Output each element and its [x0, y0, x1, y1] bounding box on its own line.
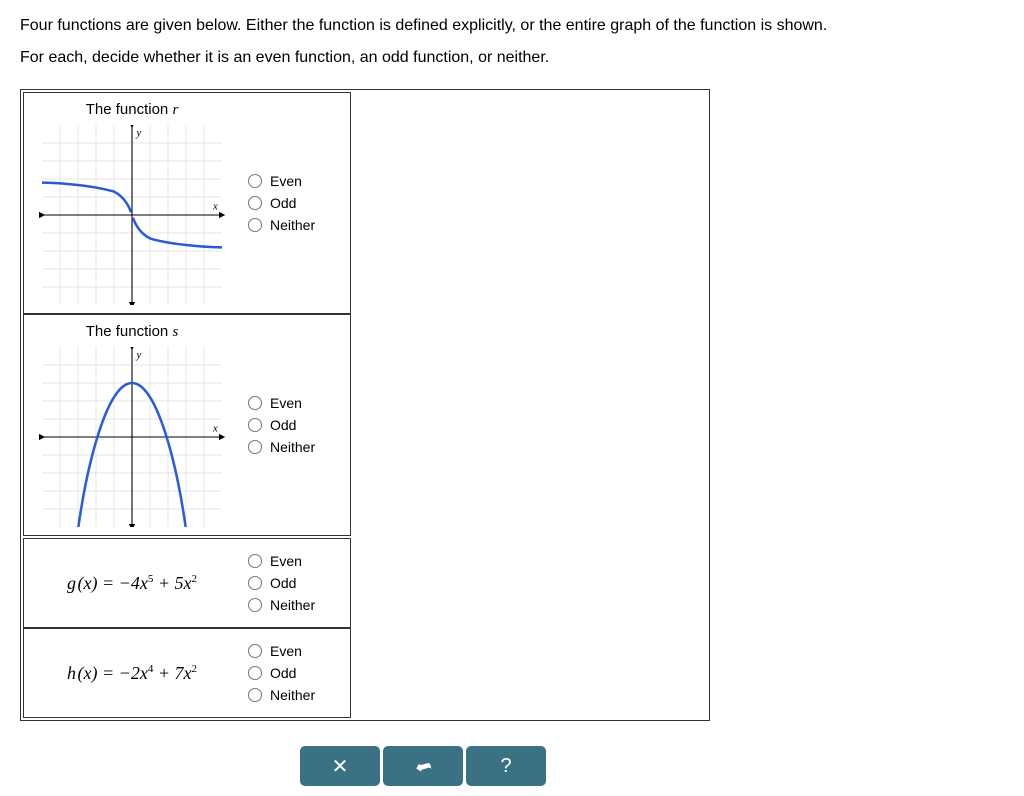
label-even: Even [270, 395, 302, 411]
svg-text:y: y [136, 127, 142, 139]
radio-r-even[interactable] [248, 174, 262, 188]
formula-g: g (x) = −4x5 + 5x2 [61, 548, 203, 619]
title-var-s: s [172, 324, 178, 340]
cell-function-h: h (x) = −2x4 + 7x2 Even Odd Neither [23, 628, 351, 718]
cell-function-r: The function r x y [23, 92, 351, 314]
help-button[interactable]: ? [466, 746, 546, 786]
instruction-line-1: Four functions are given below. Either t… [20, 10, 1004, 42]
options-r: Even Odd Neither [240, 159, 350, 247]
radio-s-odd[interactable] [248, 418, 262, 432]
title-prefix-s: The function [86, 323, 173, 340]
option-s-even[interactable]: Even [248, 395, 342, 411]
functions-grid: The function r x y [20, 89, 710, 721]
radio-s-neither[interactable] [248, 440, 262, 454]
option-h-odd[interactable]: Odd [248, 665, 342, 681]
options-s: Even Odd Neither [240, 381, 350, 469]
label-odd: Odd [270, 195, 296, 211]
option-s-neither[interactable]: Neither [248, 439, 342, 455]
cell-function-s: The function s x y Even [23, 314, 351, 536]
label-neither: Neither [270, 217, 315, 233]
radio-g-neither[interactable] [248, 598, 262, 612]
label-neither: Neither [270, 439, 315, 455]
radio-r-neither[interactable] [248, 218, 262, 232]
option-r-even[interactable]: Even [248, 173, 342, 189]
radio-h-even[interactable] [248, 644, 262, 658]
svg-text:x: x [212, 201, 218, 213]
title-function-r: The function r [86, 101, 179, 119]
title-var-r: r [172, 102, 178, 118]
option-g-neither[interactable]: Neither [248, 597, 342, 613]
undo-button[interactable]: ➦ [383, 746, 463, 786]
option-r-odd[interactable]: Odd [248, 195, 342, 211]
label-even: Even [270, 173, 302, 189]
option-h-neither[interactable]: Neither [248, 687, 342, 703]
cell-function-g: g (x) = −4x5 + 5x2 Even Odd Neither [23, 538, 351, 628]
title-prefix-r: The function [86, 101, 173, 118]
svg-text:x: x [212, 423, 218, 435]
close-icon: ✕ [332, 754, 349, 779]
label-odd: Odd [270, 575, 296, 591]
radio-g-odd[interactable] [248, 576, 262, 590]
close-button[interactable]: ✕ [300, 746, 380, 786]
formula-h: h (x) = −2x4 + 7x2 [61, 638, 203, 709]
label-odd: Odd [270, 417, 296, 433]
undo-icon: ➦ [412, 752, 435, 780]
label-even: Even [270, 553, 302, 569]
graph-s: x y [32, 347, 232, 527]
option-r-neither[interactable]: Neither [248, 217, 342, 233]
label-neither: Neither [270, 597, 315, 613]
option-s-odd[interactable]: Odd [248, 417, 342, 433]
option-h-even[interactable]: Even [248, 643, 342, 659]
radio-h-odd[interactable] [248, 666, 262, 680]
options-h: Even Odd Neither [240, 629, 350, 717]
radio-g-even[interactable] [248, 554, 262, 568]
label-neither: Neither [270, 687, 315, 703]
instruction-line-2: For each, decide whether it is an even f… [20, 42, 1004, 74]
radio-r-odd[interactable] [248, 196, 262, 210]
option-g-odd[interactable]: Odd [248, 575, 342, 591]
radio-h-neither[interactable] [248, 688, 262, 702]
graph-r: x y [32, 125, 232, 305]
help-icon: ? [500, 755, 511, 778]
title-function-s: The function s [86, 323, 179, 341]
svg-text:y: y [136, 349, 142, 361]
option-g-even[interactable]: Even [248, 553, 342, 569]
options-g: Even Odd Neither [240, 539, 350, 627]
action-bar: ✕ ➦ ? [300, 746, 546, 786]
label-odd: Odd [270, 665, 296, 681]
radio-s-even[interactable] [248, 396, 262, 410]
label-even: Even [270, 643, 302, 659]
